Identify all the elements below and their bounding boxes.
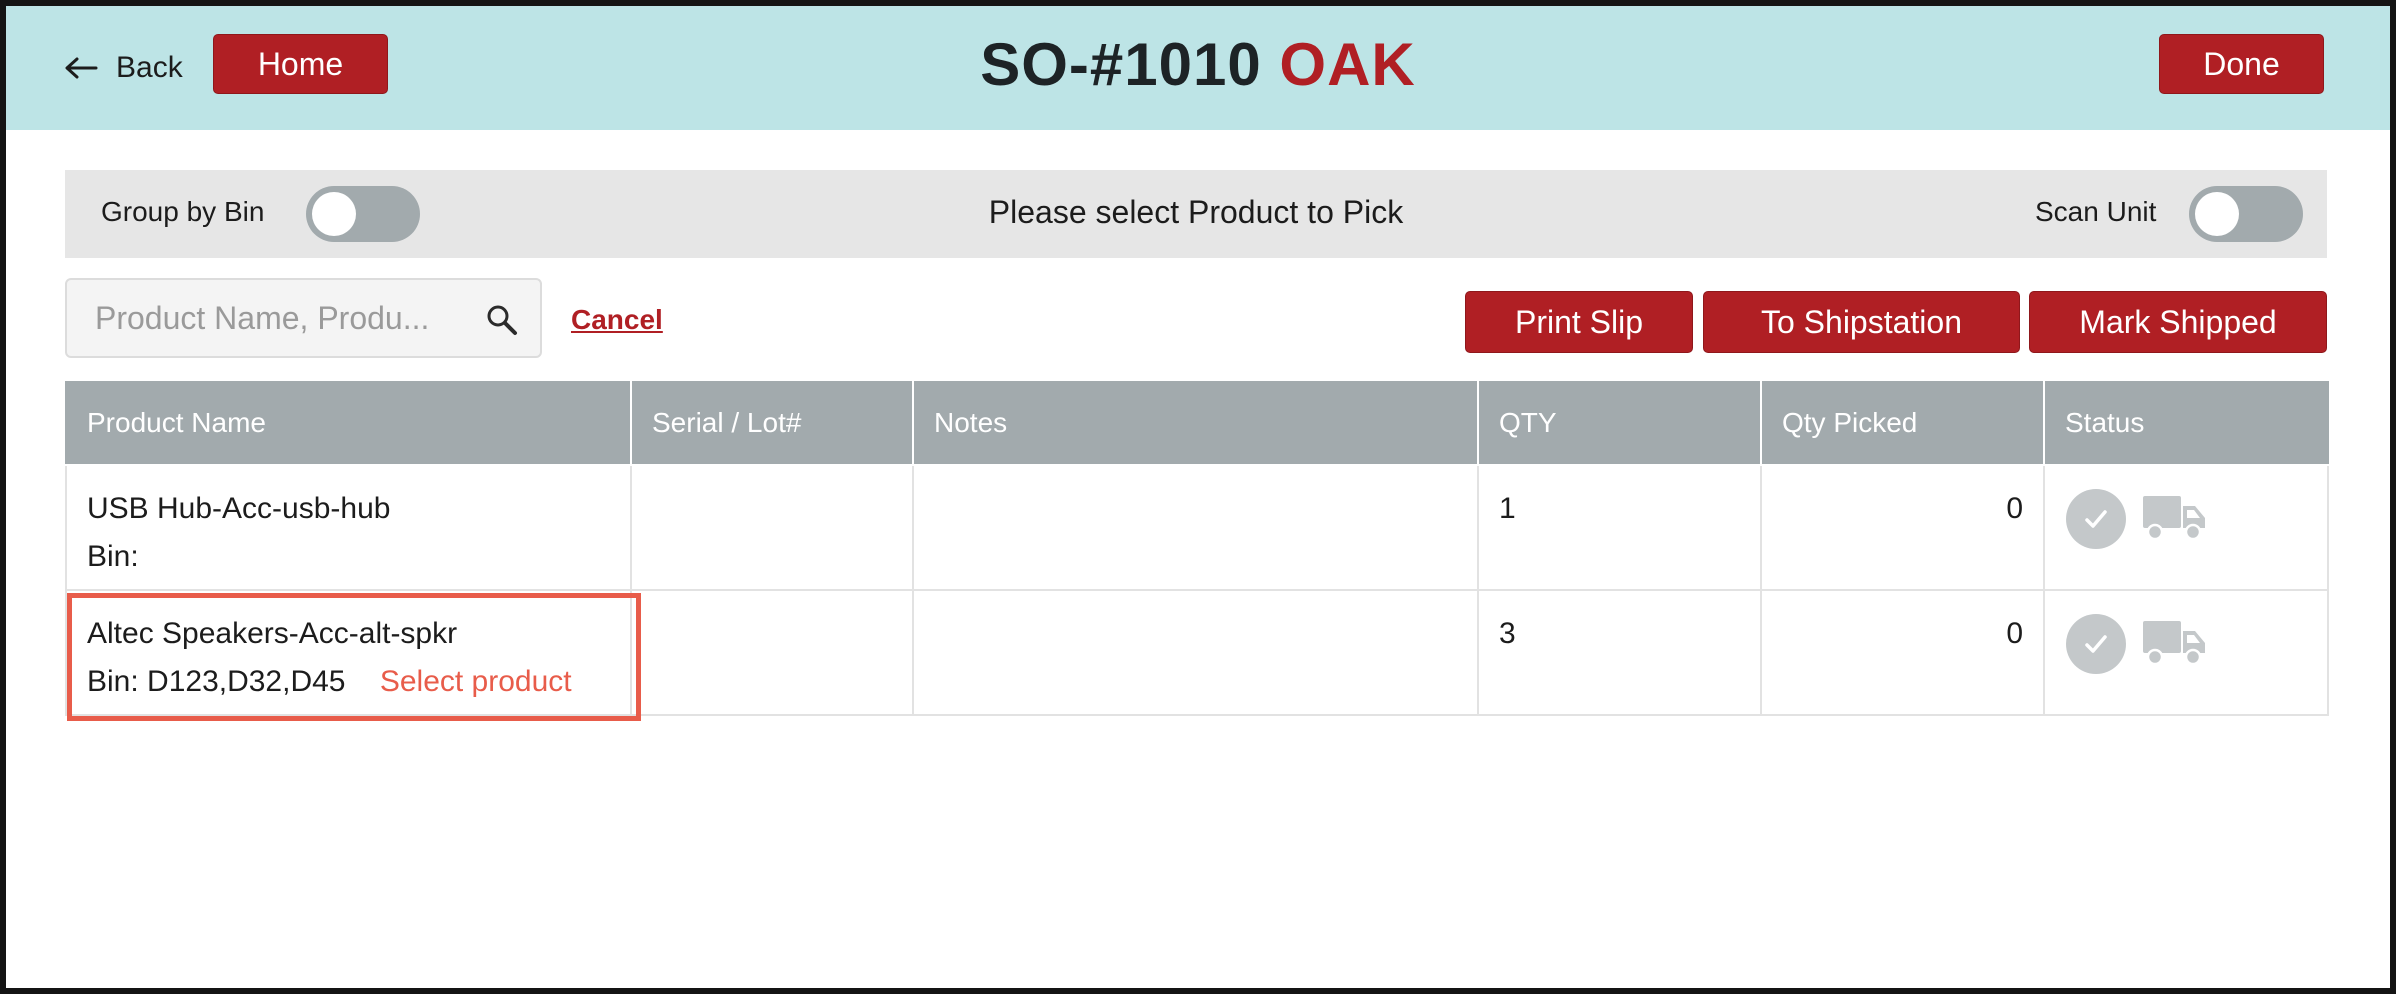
top-header: Back Home SO-#1010 OAK Done <box>6 6 2390 130</box>
done-button[interactable]: Done <box>2159 34 2324 94</box>
check-circle-icon[interactable] <box>2065 613 2127 675</box>
notes-cell[interactable] <box>912 464 1479 591</box>
print-slip-button[interactable]: Print Slip <box>1465 291 1693 353</box>
column-header-notes[interactable]: Notes <box>912 381 1479 466</box>
column-header-product-name[interactable]: Product Name <box>65 381 632 466</box>
cancel-link[interactable]: Cancel <box>571 304 663 336</box>
table-row[interactable]: Altec Speakers-Acc-alt-spkr Bin: D123,D3… <box>65 589 2329 716</box>
bin-location: Bin: D123,D32,D45 <box>87 665 346 698</box>
store-code: OAK <box>1279 31 1416 98</box>
mark-shipped-button[interactable]: Mark Shipped <box>2029 291 2327 353</box>
search-box <box>65 278 542 358</box>
product-name: Altec Speakers-Acc-alt-spkr <box>87 617 458 650</box>
column-header-status[interactable]: Status <box>2043 381 2329 466</box>
table-row[interactable]: USB Hub-Acc-usb-hub Bin: 1 0 <box>65 464 2329 591</box>
product-cell[interactable]: Altec Speakers-Acc-alt-spkr Bin: D123,D3… <box>65 589 632 716</box>
select-prompt: Please select Product to Pick <box>988 194 1404 230</box>
order-number: SO-#1010 <box>980 31 1262 98</box>
product-name: USB Hub-Acc-usb-hub <box>87 492 391 525</box>
search-icon[interactable] <box>486 304 518 336</box>
truck-icon[interactable] <box>2141 492 2207 542</box>
notes-cell[interactable] <box>912 589 1479 716</box>
status-cell <box>2043 589 2329 716</box>
pick-table: Product Name Serial / Lot# Notes QTY Qty… <box>65 381 2329 716</box>
column-header-qty-picked[interactable]: Qty Picked <box>1760 381 2045 466</box>
qty-picked-cell: 0 <box>1760 464 2045 591</box>
table-header-row: Product Name Serial / Lot# Notes QTY Qty… <box>65 381 2329 466</box>
to-shipstation-button[interactable]: To Shipstation <box>1703 291 2020 353</box>
truck-icon[interactable] <box>2141 617 2207 667</box>
app-window: Back Home SO-#1010 OAK Done Group by Bin… <box>0 0 2396 994</box>
serial-lot-cell[interactable] <box>630 464 914 591</box>
qty-picked-cell: 0 <box>1760 589 2045 716</box>
search-input[interactable] <box>95 280 485 356</box>
scan-unit-toggle[interactable] <box>2189 186 2303 242</box>
serial-lot-cell[interactable] <box>630 589 914 716</box>
product-cell[interactable]: USB Hub-Acc-usb-hub Bin: <box>65 464 632 591</box>
qty-cell: 3 <box>1477 589 1762 716</box>
toggle-knob <box>2195 192 2239 236</box>
scan-unit-label: Scan Unit <box>2035 196 2157 227</box>
qty-cell: 1 <box>1477 464 1762 591</box>
bin-location: Bin: <box>87 540 139 573</box>
select-product-hint: Select product <box>379 665 572 698</box>
column-header-qty[interactable]: QTY <box>1477 381 1762 466</box>
select-bar: Group by Bin Please select Product to Pi… <box>65 170 2327 258</box>
status-cell <box>2043 464 2329 591</box>
page-title: SO-#1010 OAK <box>6 30 2390 99</box>
column-header-serial-lot[interactable]: Serial / Lot# <box>630 381 914 466</box>
check-circle-icon[interactable] <box>2065 488 2127 550</box>
